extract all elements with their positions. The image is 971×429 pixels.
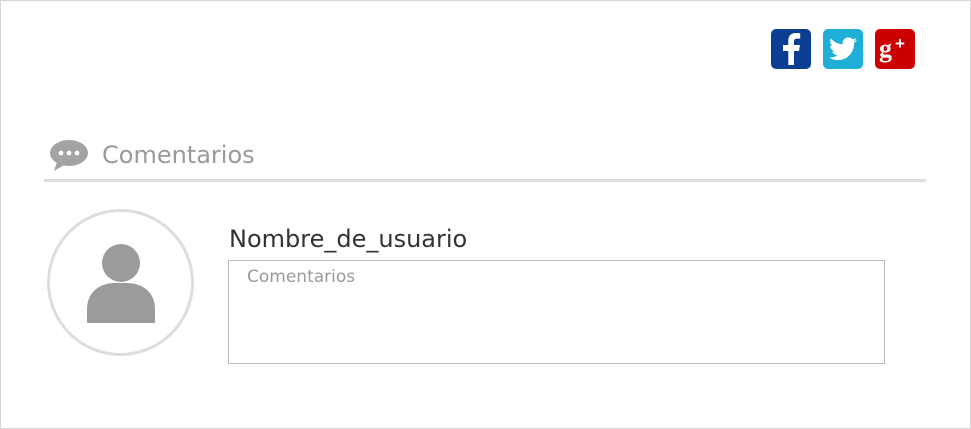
comments-widget: g + Comentarios Nombre_de_usuario — [0, 0, 971, 429]
twitter-share-button[interactable] — [823, 29, 863, 69]
svg-text:g: g — [879, 34, 892, 63]
google-plus-icon: g + — [879, 34, 905, 63]
social-share-bar: g + — [771, 29, 915, 69]
username: Nombre_de_usuario — [229, 225, 468, 253]
google-plus-share-button[interactable]: g + — [875, 29, 915, 69]
facebook-share-button[interactable] — [771, 29, 811, 69]
section-divider — [44, 179, 926, 182]
svg-text:+: + — [895, 34, 905, 53]
comments-header: Comentarios — [49, 138, 255, 172]
twitter-icon — [829, 37, 857, 61]
avatar — [47, 209, 194, 356]
facebook-icon — [783, 33, 801, 65]
user-avatar-icon — [86, 243, 155, 323]
chat-bubble-icon — [50, 140, 88, 171]
comments-title: Comentarios — [102, 141, 255, 169]
comment-input[interactable] — [228, 260, 885, 364]
